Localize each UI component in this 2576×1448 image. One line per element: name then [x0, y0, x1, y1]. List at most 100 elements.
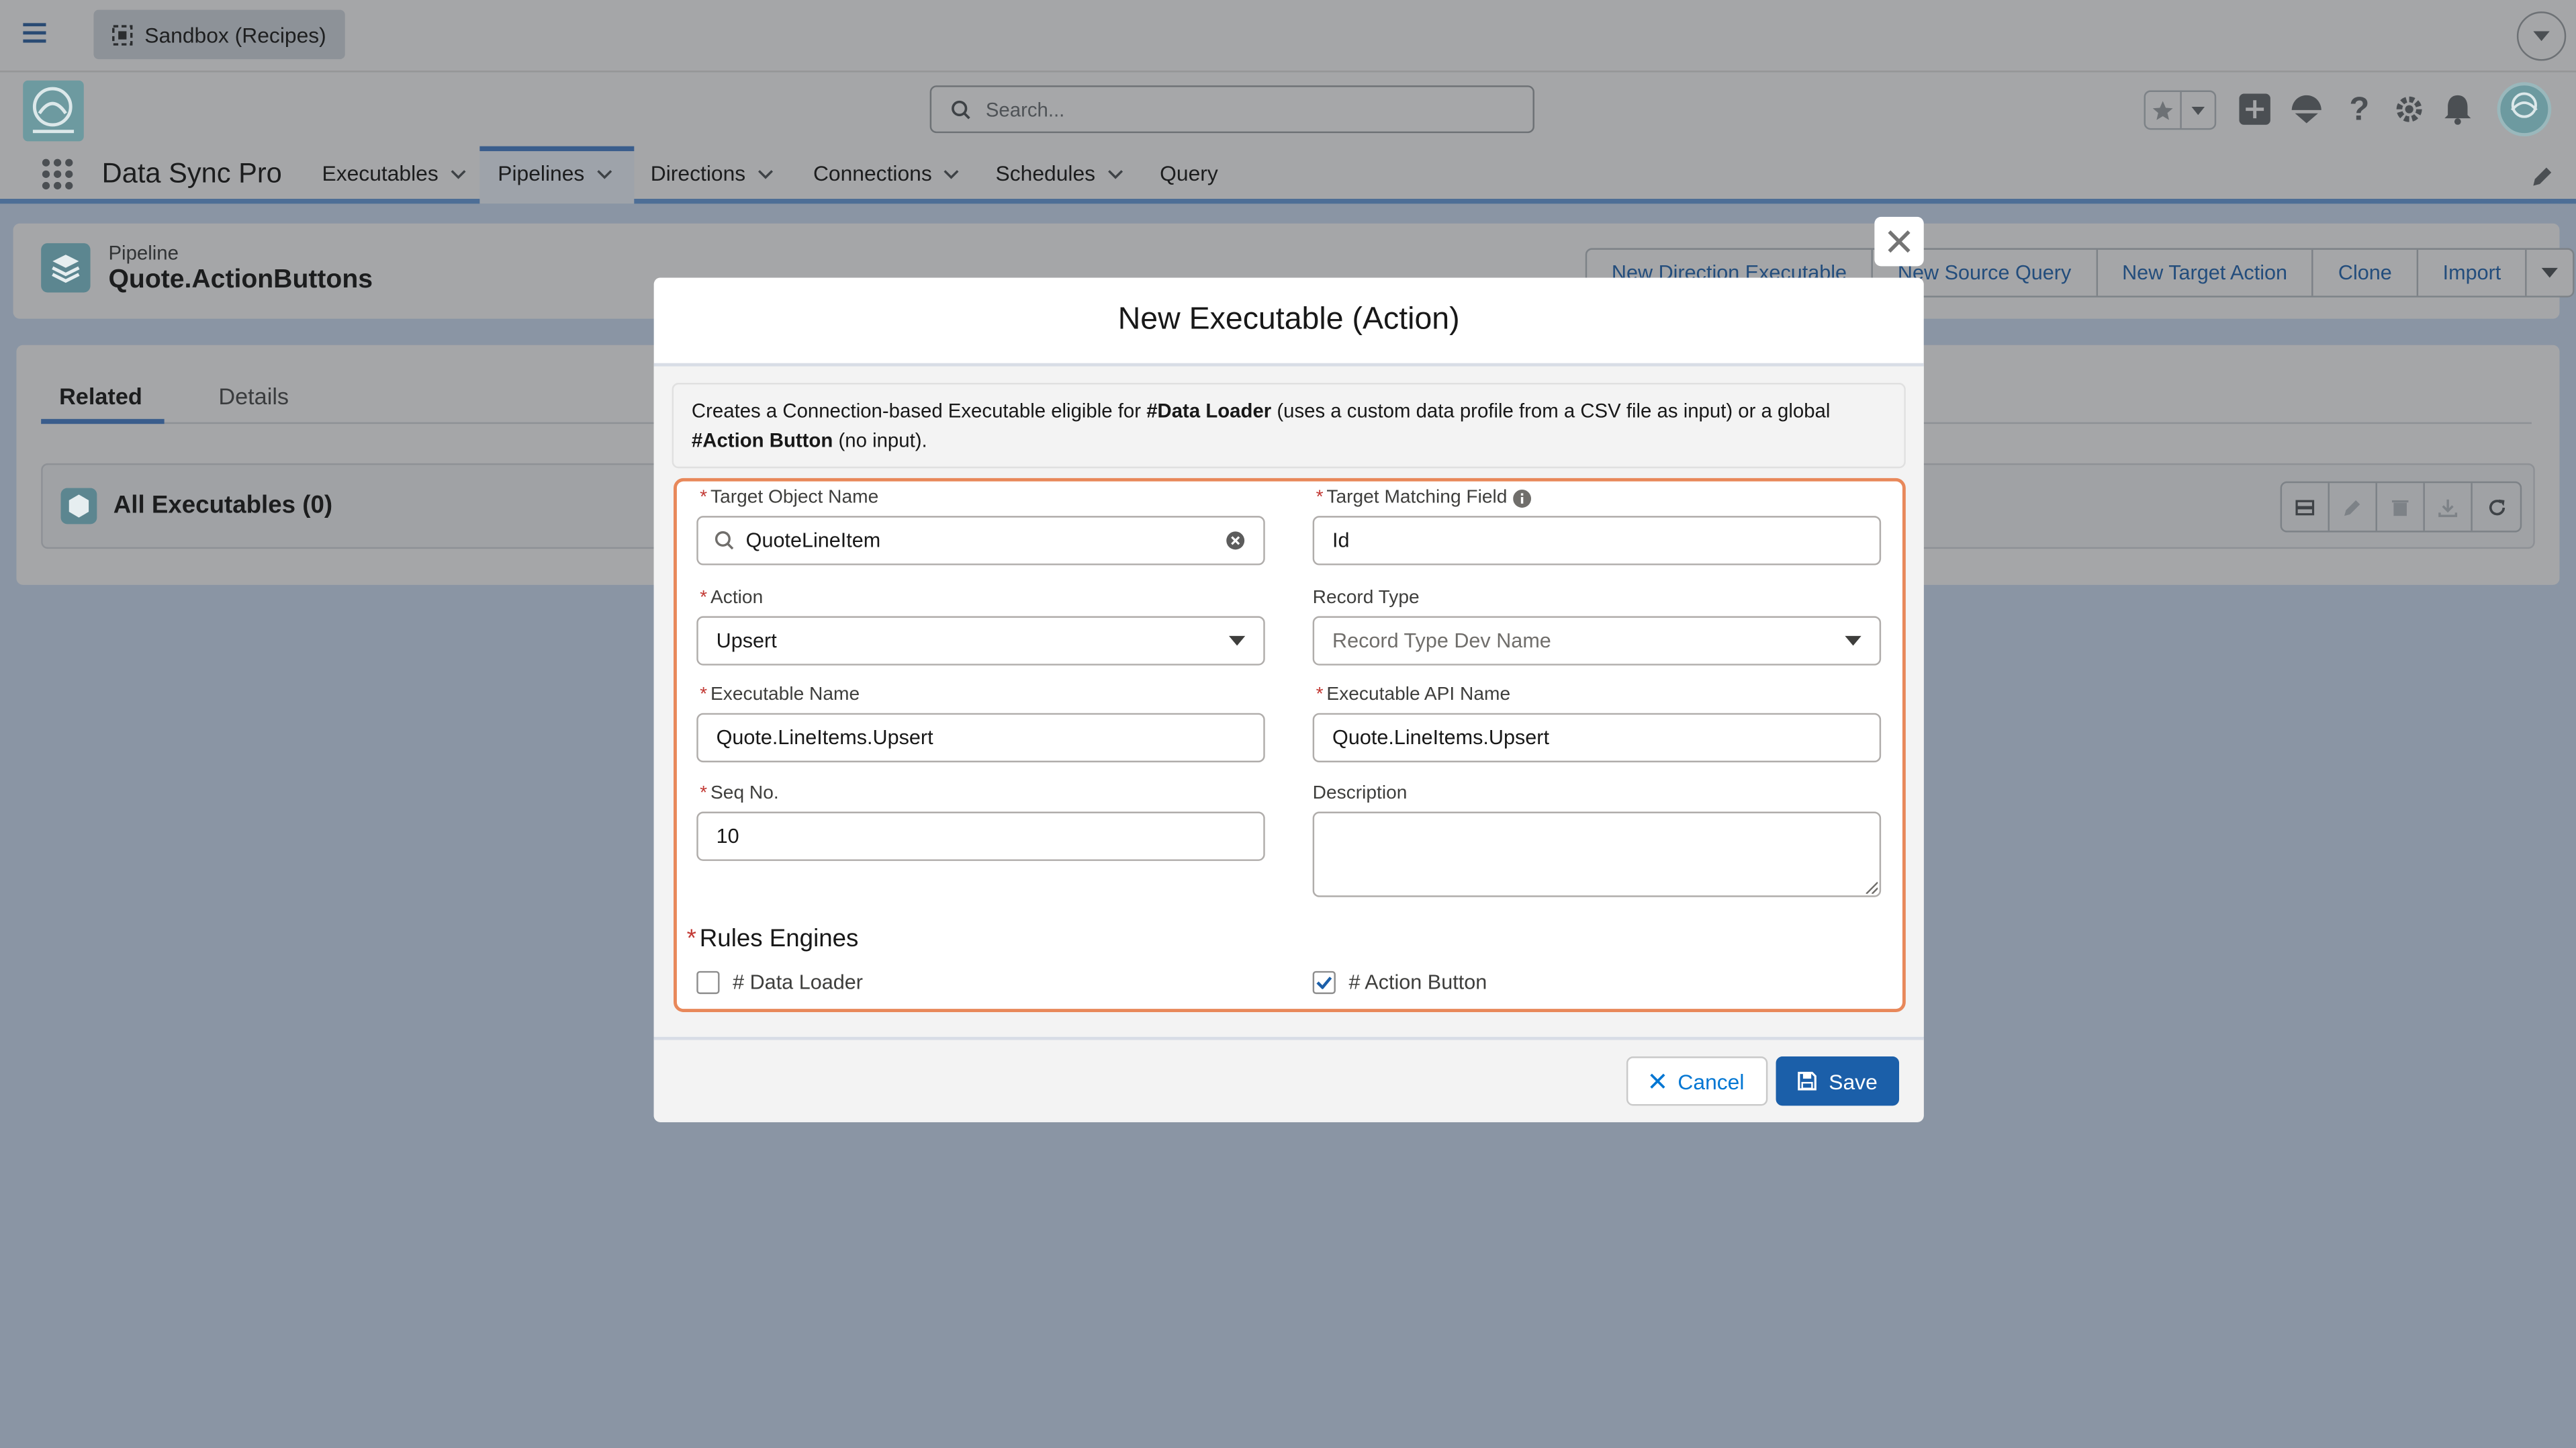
chevron-down-icon[interactable]	[450, 169, 466, 179]
target-object-label: * Target Object Name	[700, 488, 879, 508]
nav-item-pipelines[interactable]: Pipelines	[498, 161, 612, 186]
description-label: Description	[1312, 783, 1408, 804]
data-loader-option[interactable]: # Data Loader	[696, 970, 863, 995]
favorites-dropdown-icon[interactable]	[2181, 92, 2215, 128]
cancel-button[interactable]: Cancel	[1626, 1056, 1768, 1106]
record-name: Quote.ActionButtons	[108, 266, 373, 294]
data-loader-checkbox[interactable]	[696, 970, 720, 995]
inbox-icon[interactable]	[2282, 483, 2330, 531]
target-object-lookup[interactable]: QuoteLineItem	[696, 516, 1265, 565]
check-icon	[1316, 977, 1332, 989]
tab-details[interactable]: Details	[218, 383, 289, 409]
edit-nav-icon[interactable]	[2532, 166, 2553, 187]
executables-icon	[60, 488, 97, 525]
search-icon	[951, 99, 970, 119]
modal-description: Creates a Connection-based Executable el…	[672, 383, 1906, 469]
seq-no-label: * Seq No.	[700, 783, 779, 804]
chevron-down-icon	[1845, 635, 1861, 646]
nav-label: Directions	[650, 161, 746, 186]
nav-label: Schedules	[995, 161, 1096, 186]
chevron-down-icon[interactable]	[596, 169, 612, 179]
avatar[interactable]	[2497, 82, 2552, 137]
target-matching-field-input[interactable]: Id	[1312, 516, 1882, 565]
favorites-group	[2144, 90, 2217, 130]
close-icon	[1886, 228, 1912, 255]
action-select[interactable]: Upsert	[696, 616, 1265, 666]
import-button[interactable]: Import	[2418, 249, 2528, 296]
action-button-option[interactable]: # Action Button	[1312, 970, 1487, 995]
data-loader-label: # Data Loader	[733, 970, 863, 995]
sandbox-indicator[interactable]: Sandbox (Recipes)	[93, 9, 344, 60]
delete-icon[interactable]	[2377, 483, 2425, 531]
edit-icon[interactable]	[2330, 483, 2377, 531]
nav-label: Pipelines	[498, 161, 585, 186]
action-button-checkbox[interactable]	[1312, 970, 1336, 995]
star-icon[interactable]	[2146, 91, 2181, 128]
clone-button[interactable]: Clone	[2313, 249, 2418, 296]
global-search-input[interactable]: Search...	[929, 85, 1534, 134]
more-actions-icon[interactable]	[2527, 250, 2573, 296]
record-type-label: Record Type	[1312, 588, 1420, 608]
refresh-icon[interactable]	[2473, 483, 2520, 531]
nav-item-query[interactable]: Query	[1160, 161, 1218, 186]
executable-api-name-label: * Executable API Name	[1316, 685, 1511, 705]
app-root: Sandbox (Recipes) Search... ? Data Sync …	[0, 0, 2576, 1448]
info-data-loader-tag: #Data Loader	[1146, 399, 1272, 422]
record-type-select[interactable]: Record Type Dev Name	[1312, 616, 1882, 666]
description-textarea[interactable]	[1312, 811, 1882, 897]
global-header	[0, 0, 2576, 73]
download-icon[interactable]	[2425, 483, 2473, 531]
close-icon	[1650, 1073, 1666, 1089]
nav-label: Query	[1160, 161, 1218, 186]
action-label: * Action	[700, 588, 764, 608]
gear-icon[interactable]	[2393, 93, 2424, 124]
modal-title: New Executable (Action)	[1117, 302, 1460, 337]
notification-bell-icon[interactable]	[2443, 93, 2473, 125]
org-logo	[23, 80, 84, 142]
sandbox-label: Sandbox (Recipes)	[144, 22, 326, 47]
chevron-down-icon[interactable]	[757, 169, 773, 179]
nav-item-executables[interactable]: Executables	[322, 161, 466, 185]
save-icon	[1798, 1071, 1817, 1091]
pipeline-icon	[41, 243, 91, 293]
seq-no-input[interactable]: 10	[696, 811, 1265, 861]
info-icon[interactable]	[1514, 488, 1532, 507]
executable-name-label: * Executable Name	[700, 685, 860, 705]
tab-related[interactable]: Related	[59, 383, 142, 409]
nav-item-schedules[interactable]: Schedules	[995, 161, 1123, 186]
active-tab-indicator	[41, 418, 165, 424]
action-value: Upsert	[716, 629, 777, 653]
nav-item-connections[interactable]: Connections	[813, 161, 960, 186]
action-button-label: # Action Button	[1348, 970, 1487, 995]
trailhead-icon[interactable]	[2290, 93, 2323, 124]
close-modal-button[interactable]	[1874, 216, 1924, 267]
help-icon[interactable]: ?	[2349, 92, 2369, 130]
new-target-action-button[interactable]: New Target Action	[2097, 249, 2314, 296]
info-action-button-tag: #Action Button	[691, 428, 833, 452]
chevron-down-icon[interactable]	[944, 169, 960, 179]
target-object-value: QuoteLineItem	[745, 529, 881, 552]
resize-handle-icon[interactable]	[1865, 880, 1878, 894]
clear-icon[interactable]	[1226, 531, 1245, 550]
chevron-down-icon[interactable]	[1107, 169, 1123, 179]
search-placeholder: Search...	[985, 97, 1065, 121]
info-text: (no input).	[833, 428, 927, 452]
cancel-label: Cancel	[1677, 1069, 1745, 1094]
app-name: Data Sync Pro	[101, 157, 282, 189]
search-icon	[715, 531, 734, 550]
executable-api-name-input[interactable]: Quote.LineItems.Upsert	[1312, 713, 1882, 763]
related-list-title[interactable]: All Executables (0)	[113, 491, 332, 519]
nav-label: Connections	[813, 161, 932, 186]
nav-item-directions[interactable]: Directions	[650, 161, 774, 186]
add-icon[interactable]	[2239, 93, 2270, 125]
app-launcher-icon[interactable]	[41, 158, 74, 191]
sandbox-icon	[111, 24, 133, 45]
record-type-placeholder: Record Type Dev Name	[1332, 629, 1551, 653]
target-matching-label: * Target Matching Field	[1316, 488, 1532, 508]
rules-engines-heading: * Rules Engines	[686, 925, 859, 953]
info-text: Creates a Connection-based Executable el…	[691, 399, 1147, 422]
app-menu-icon[interactable]	[23, 23, 46, 43]
save-button[interactable]: Save	[1776, 1056, 1900, 1106]
executable-name-input[interactable]: Quote.LineItems.Upsert	[696, 713, 1265, 763]
chevron-down-icon[interactable]	[2516, 11, 2567, 61]
